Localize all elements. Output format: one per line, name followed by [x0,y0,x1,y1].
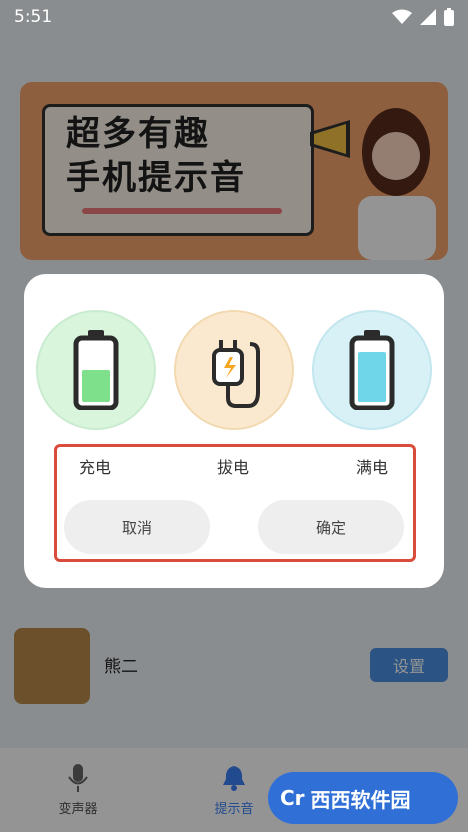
battery-full-icon [349,330,395,410]
option-label-unplug: 拔电 [217,458,250,477]
option-label-full: 满电 [356,458,389,477]
battery-charging-icon [73,330,119,410]
watermark-logo: Cr 西西软件园 [268,772,458,824]
plug-icon [212,340,260,408]
watermark-text: 西西软件园 [310,787,411,812]
option-unplug[interactable] [174,310,294,430]
status-time: 5:51 [14,7,53,27]
status-bar: 5:51 [0,0,468,34]
option-label-charging: 充电 [79,458,112,477]
battery-icon [444,8,454,26]
confirm-button[interactable]: 确定 [258,500,404,554]
watermark-logo-mark: Cr [280,786,305,810]
wifi-icon [392,9,412,24]
status-icons [392,8,454,26]
signal-icon [420,9,436,25]
option-charging[interactable] [36,310,156,430]
charge-sound-dialog: 充电 拔电 满电 取消 确定 [24,274,444,588]
option-full[interactable] [312,310,432,430]
cancel-button[interactable]: 取消 [64,500,210,554]
